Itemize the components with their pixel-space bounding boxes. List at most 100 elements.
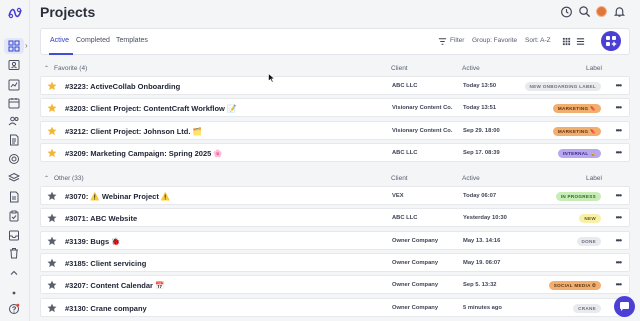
inbox-icon[interactable] — [8, 229, 22, 241]
section-title: Other (33) — [54, 175, 84, 182]
section-header[interactable]: ⌃ Other (33) Client Active Label — [40, 172, 630, 186]
more-options-icon[interactable]: ••• — [616, 126, 622, 135]
more-options-icon[interactable]: ••• — [616, 258, 622, 267]
project-row[interactable]: #3071: ABC Website ABC LLC Yesterday 10:30… — [40, 208, 630, 228]
project-name[interactable]: #3212: Client Project: Johnson Ltd. 🗂️ — [65, 127, 202, 136]
project-last-active: 5 minutes ago — [463, 304, 502, 311]
rail-expand-chevron-icon[interactable]: › — [25, 41, 28, 50]
project-label-badge: SOCIAL MEDIA ⏱ — [548, 281, 601, 291]
project-last-active: Yesterday 10:30 — [463, 215, 507, 222]
layers-icon[interactable] — [8, 172, 22, 184]
more-options-icon[interactable]: ••• — [616, 191, 622, 200]
document-icon[interactable] — [8, 134, 22, 146]
more-options-icon[interactable]: ••• — [616, 236, 622, 245]
project-last-active: Sep 17. 08:39 — [463, 149, 500, 156]
calendar-icon[interactable] — [8, 97, 22, 109]
project-name[interactable]: #3071: ABC Website — [65, 214, 137, 223]
list-view-icon[interactable] — [576, 37, 586, 47]
chat-button[interactable] — [614, 296, 635, 317]
project-name[interactable]: #3139: Bugs 🐞 — [65, 237, 121, 246]
project-client: Owner Company — [392, 282, 439, 289]
grid-view-icon[interactable] — [562, 37, 572, 47]
star-icon[interactable] — [47, 191, 57, 201]
sort-select[interactable]: Sort: A-Z — [525, 37, 551, 44]
project-name[interactable]: #3130: Crane company — [65, 304, 147, 313]
dot-icon[interactable] — [8, 287, 22, 299]
collapse-caret-icon[interactable]: ⌃ — [44, 175, 49, 182]
project-row[interactable]: #3139: Bugs 🐞 Owner Company May 13. 14:16 D… — [40, 230, 630, 250]
project-row[interactable]: #3070: ⚠️ Webinar Project ⚠️ VEX Today 06:… — [40, 186, 630, 205]
project-name[interactable]: #3223: ActiveCollab Onboarding — [65, 82, 180, 91]
more-options-icon[interactable]: ••• — [616, 148, 622, 157]
project-name[interactable]: #3185: Client servicing — [65, 259, 146, 268]
star-filled-icon[interactable] — [47, 126, 57, 136]
star-icon[interactable] — [47, 213, 57, 223]
project-last-active: Today 06:07 — [463, 193, 497, 199]
star-filled-icon[interactable] — [47, 81, 57, 91]
search-icon[interactable] — [578, 5, 592, 19]
app-logo-icon[interactable] — [7, 6, 23, 20]
project-client: ABC LLC — [392, 83, 418, 89]
project-client: Visionary Content Co. — [392, 105, 453, 112]
project-row[interactable]: #3185: Client servicing Owner Company May … — [40, 252, 630, 272]
filter-button[interactable]: Filter — [450, 37, 464, 44]
target-icon[interactable] — [8, 153, 22, 165]
project-row[interactable]: #3223: ActiveCollab Onboarding ABC LLC Tod… — [40, 76, 630, 95]
project-name[interactable]: #3207: Content Calendar 📅 — [65, 281, 164, 290]
star-filled-icon[interactable] — [47, 148, 57, 158]
collapse-caret-icon[interactable]: ⌃ — [44, 65, 49, 72]
file-icon[interactable] — [8, 191, 22, 203]
project-label-badge: DONE — [576, 236, 601, 246]
project-last-active: Sep 29. 18:00 — [463, 127, 500, 134]
star-filled-icon[interactable] — [47, 103, 57, 113]
project-last-active: May 13. 14:16 — [463, 237, 501, 244]
people-icon[interactable] — [8, 115, 22, 127]
more-options-icon[interactable]: ••• — [616, 280, 622, 289]
chart-icon[interactable] — [8, 79, 22, 91]
section-header[interactable]: ⌃ Favorite (4) Client Active Label — [40, 62, 630, 76]
trash-icon[interactable] — [8, 247, 22, 259]
project-last-active: Today 13:50 — [463, 83, 497, 89]
star-icon[interactable] — [47, 303, 57, 313]
more-options-icon[interactable]: ••• — [616, 213, 622, 222]
user-avatar[interactable] — [596, 6, 607, 17]
project-client: Owner Company — [392, 237, 439, 244]
filter-icon[interactable] — [438, 37, 448, 47]
clipboard-icon[interactable] — [8, 210, 22, 222]
chevron-up-icon[interactable] — [8, 267, 22, 279]
tab-active[interactable]: Active — [50, 37, 69, 44]
project-row[interactable]: #3130: Crane company Owner Company 5 minut… — [40, 297, 630, 317]
star-icon[interactable] — [47, 236, 57, 246]
tab-completed[interactable]: Completed — [76, 37, 110, 44]
user-card-icon[interactable] — [8, 59, 22, 71]
star-icon[interactable] — [47, 258, 57, 268]
more-options-icon[interactable]: ••• — [616, 103, 622, 112]
add-project-button[interactable] — [601, 31, 621, 51]
help-icon[interactable] — [8, 303, 22, 315]
bell-icon[interactable] — [613, 5, 627, 19]
project-label-badge: MARKETING 🔖 — [552, 126, 601, 136]
timer-icon[interactable] — [560, 5, 574, 19]
project-name[interactable]: #3203: Client Project: ContentCraft Work… — [65, 104, 236, 113]
project-row[interactable]: #3203: Client Project: ContentCraft Work… — [40, 98, 630, 118]
more-options-icon[interactable]: ••• — [616, 81, 622, 90]
project-last-active: Sep 5. 13:32 — [463, 282, 497, 289]
group-by-select[interactable]: Group: Favorite — [472, 37, 517, 44]
project-client: Owner Company — [392, 259, 439, 266]
project-row[interactable]: #3212: Client Project: Johnson Ltd. 🗂️ Vi… — [40, 120, 630, 140]
project-name[interactable]: #3209: Marketing Campaign: Spring 2025 🌸 — [65, 149, 223, 158]
active-tab-indicator — [49, 53, 73, 55]
project-row[interactable]: #3209: Marketing Campaign: Spring 2025 🌸… — [40, 142, 630, 162]
column-header-client: Client — [391, 65, 408, 72]
column-header-client: Client — [391, 175, 408, 182]
grid-icon[interactable] — [8, 40, 22, 52]
project-name[interactable]: #3070: ⚠️ Webinar Project ⚠️ — [65, 192, 170, 201]
project-label-badge: NEW — [579, 214, 601, 224]
tab-templates[interactable]: Templates — [116, 37, 148, 44]
project-label-badge: INTERNAL 🔒 — [557, 148, 601, 158]
project-last-active: Today 13:51 — [463, 105, 497, 112]
star-icon[interactable] — [47, 280, 57, 290]
column-header-label: Label — [586, 175, 602, 182]
project-label-badge: NEW ONBOARDING LABEL — [524, 82, 601, 91]
project-row[interactable]: #3207: Content Calendar 📅 Owner Company Se… — [40, 275, 630, 295]
